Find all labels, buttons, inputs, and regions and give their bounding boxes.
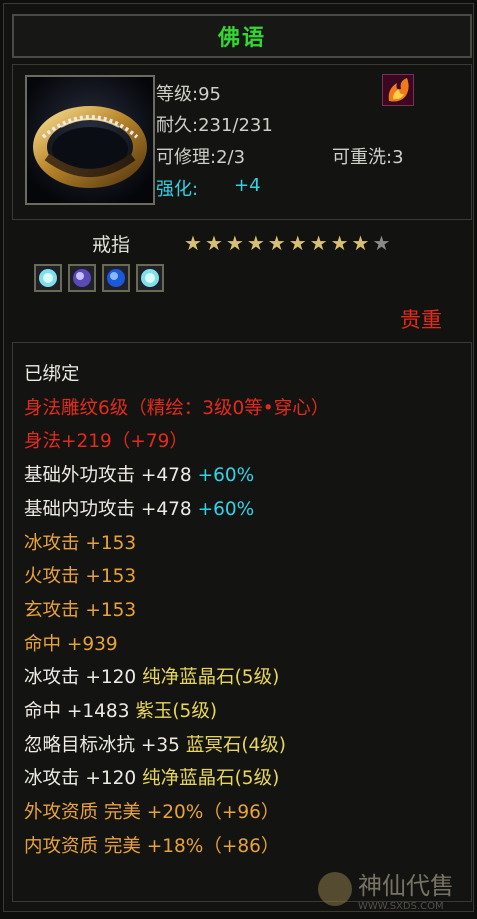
watermark: 神仙代售 WWW.SXDS.COM — [318, 866, 454, 912]
attribute-line: 内攻资质 完美 +18%（+86） — [24, 835, 279, 859]
star-filled-icon: ★ — [288, 231, 307, 255]
attribute-text: 忽略目标冰抗 +35 — [24, 734, 186, 756]
item-enhance-value: +4 — [234, 175, 261, 196]
attribute-text: 纯净蓝晶石(5级) — [142, 768, 280, 790]
attribute-text: 纯净蓝晶石(5级) — [142, 667, 280, 689]
star-filled-icon: ★ — [267, 231, 286, 255]
attribute-line: 火攻击 +153 — [24, 565, 136, 589]
attribute-line: 忽略目标冰抗 +35 蓝冥石(4级) — [24, 734, 286, 758]
item-type-row: 戒指 ★ ★ ★ ★ ★ ★ ★ ★ ★ ★ 贵重 — [12, 226, 472, 336]
star-rating: ★ ★ ★ ★ ★ ★ ★ ★ ★ ★ — [184, 233, 390, 253]
watermark-url: WWW.SXDS.COM — [358, 901, 444, 912]
star-filled-icon: ★ — [309, 231, 328, 255]
attribute-line: 基础内功攻击 +478 +60% — [24, 498, 254, 522]
attribute-line: 基础外功攻击 +478 +60% — [24, 464, 254, 488]
item-tooltip: 佛语 等级:95 耐久:231/231 可修理:2/3 可重洗:3 强化: +4… — [3, 3, 474, 912]
attribute-text: 内攻资质 完美 +18%（+86） — [24, 835, 280, 857]
attribute-text: 身法+219（+79） — [24, 431, 188, 453]
attribute-line: 命中 +939 — [24, 633, 118, 657]
title-bar: 佛语 — [12, 14, 472, 58]
gem-cyan-icon — [136, 264, 164, 292]
item-rewashable: 可重洗:3 — [332, 147, 404, 168]
attribute-line: 外攻资质 完美 +20%（+96） — [24, 801, 279, 825]
item-repairable: 可修理:2/3 — [156, 147, 246, 168]
attribute-list: 已绑定身法雕纹6级（精绘：3级0等•穿心） 身法+219（+79） 基础外功攻击 +… — [12, 342, 472, 902]
star-filled-icon: ★ — [351, 231, 370, 255]
attribute-text: 紫玉(5级) — [135, 701, 218, 722]
star-filled-icon: ★ — [225, 231, 244, 255]
attribute-line: 玄攻击 +153 — [24, 599, 136, 623]
item-enhance-label: 强化: — [156, 179, 199, 200]
attribute-text: 蓝冥石(4级) — [185, 734, 287, 756]
attribute-line: 身法+219（+79） — [24, 430, 188, 454]
item-name: 佛语 — [217, 26, 266, 51]
attribute-text: 火攻击 +153 — [24, 566, 137, 588]
star-filled-icon: ★ — [204, 231, 223, 255]
attribute-line: 身法雕纹6级（精绘：3级0等•穿心） — [24, 397, 329, 421]
watermark-logo-icon — [318, 872, 352, 906]
gem-slots — [34, 264, 164, 292]
star-filled-icon: ★ — [246, 231, 265, 255]
attribute-text: +60% — [197, 498, 255, 520]
attribute-text: +60% — [197, 465, 255, 487]
gem-cyan-icon — [34, 264, 62, 292]
attribute-text: 冰攻击 +120 — [24, 768, 143, 790]
attribute-text: 命中 +1483 — [24, 701, 136, 722]
attribute-text: 冰攻击 +153 — [24, 532, 137, 554]
rarity-label: 贵重 — [400, 308, 442, 332]
attribute-text: 命中 +939 — [24, 633, 118, 655]
attribute-line: 命中 +1483 紫玉(5级) — [24, 700, 217, 724]
item-durability: 耐久:231/231 — [156, 115, 273, 136]
item-info-panel: 等级:95 耐久:231/231 可修理:2/3 可重洗:3 强化: +4 — [12, 64, 472, 220]
attribute-text: 已绑定 — [24, 364, 80, 385]
star-empty-icon: ★ — [372, 231, 391, 255]
star-filled-icon: ★ — [330, 231, 349, 255]
item-level: 等级:95 — [156, 84, 221, 105]
item-type: 戒指 — [92, 234, 131, 256]
watermark-text: 神仙代售 — [358, 872, 454, 900]
star-filled-icon: ★ — [184, 231, 202, 255]
gem-blue-icon — [102, 264, 130, 292]
attribute-text: 外攻资质 完美 +20%（+96） — [24, 802, 280, 824]
attribute-line: 冰攻击 +120 纯净蓝晶石(5级) — [24, 767, 279, 791]
attribute-line: 已绑定 — [24, 363, 80, 387]
attribute-line: 冰攻击 +120 纯净蓝晶石(5级) — [24, 666, 279, 690]
attribute-text: 基础内功攻击 +478 — [24, 498, 198, 520]
ring-icon — [25, 75, 155, 205]
attribute-line: 冰攻击 +153 — [24, 532, 136, 556]
attribute-text: 身法雕纹6级（精绘：3级0等•穿心） — [24, 397, 330, 419]
attribute-text: 玄攻击 +153 — [24, 599, 137, 621]
gem-purple-icon — [68, 264, 96, 292]
attribute-text: 冰攻击 +120 — [24, 667, 143, 689]
flame-skill-icon — [382, 74, 414, 106]
attribute-text: 基础外功攻击 +478 — [24, 465, 198, 487]
